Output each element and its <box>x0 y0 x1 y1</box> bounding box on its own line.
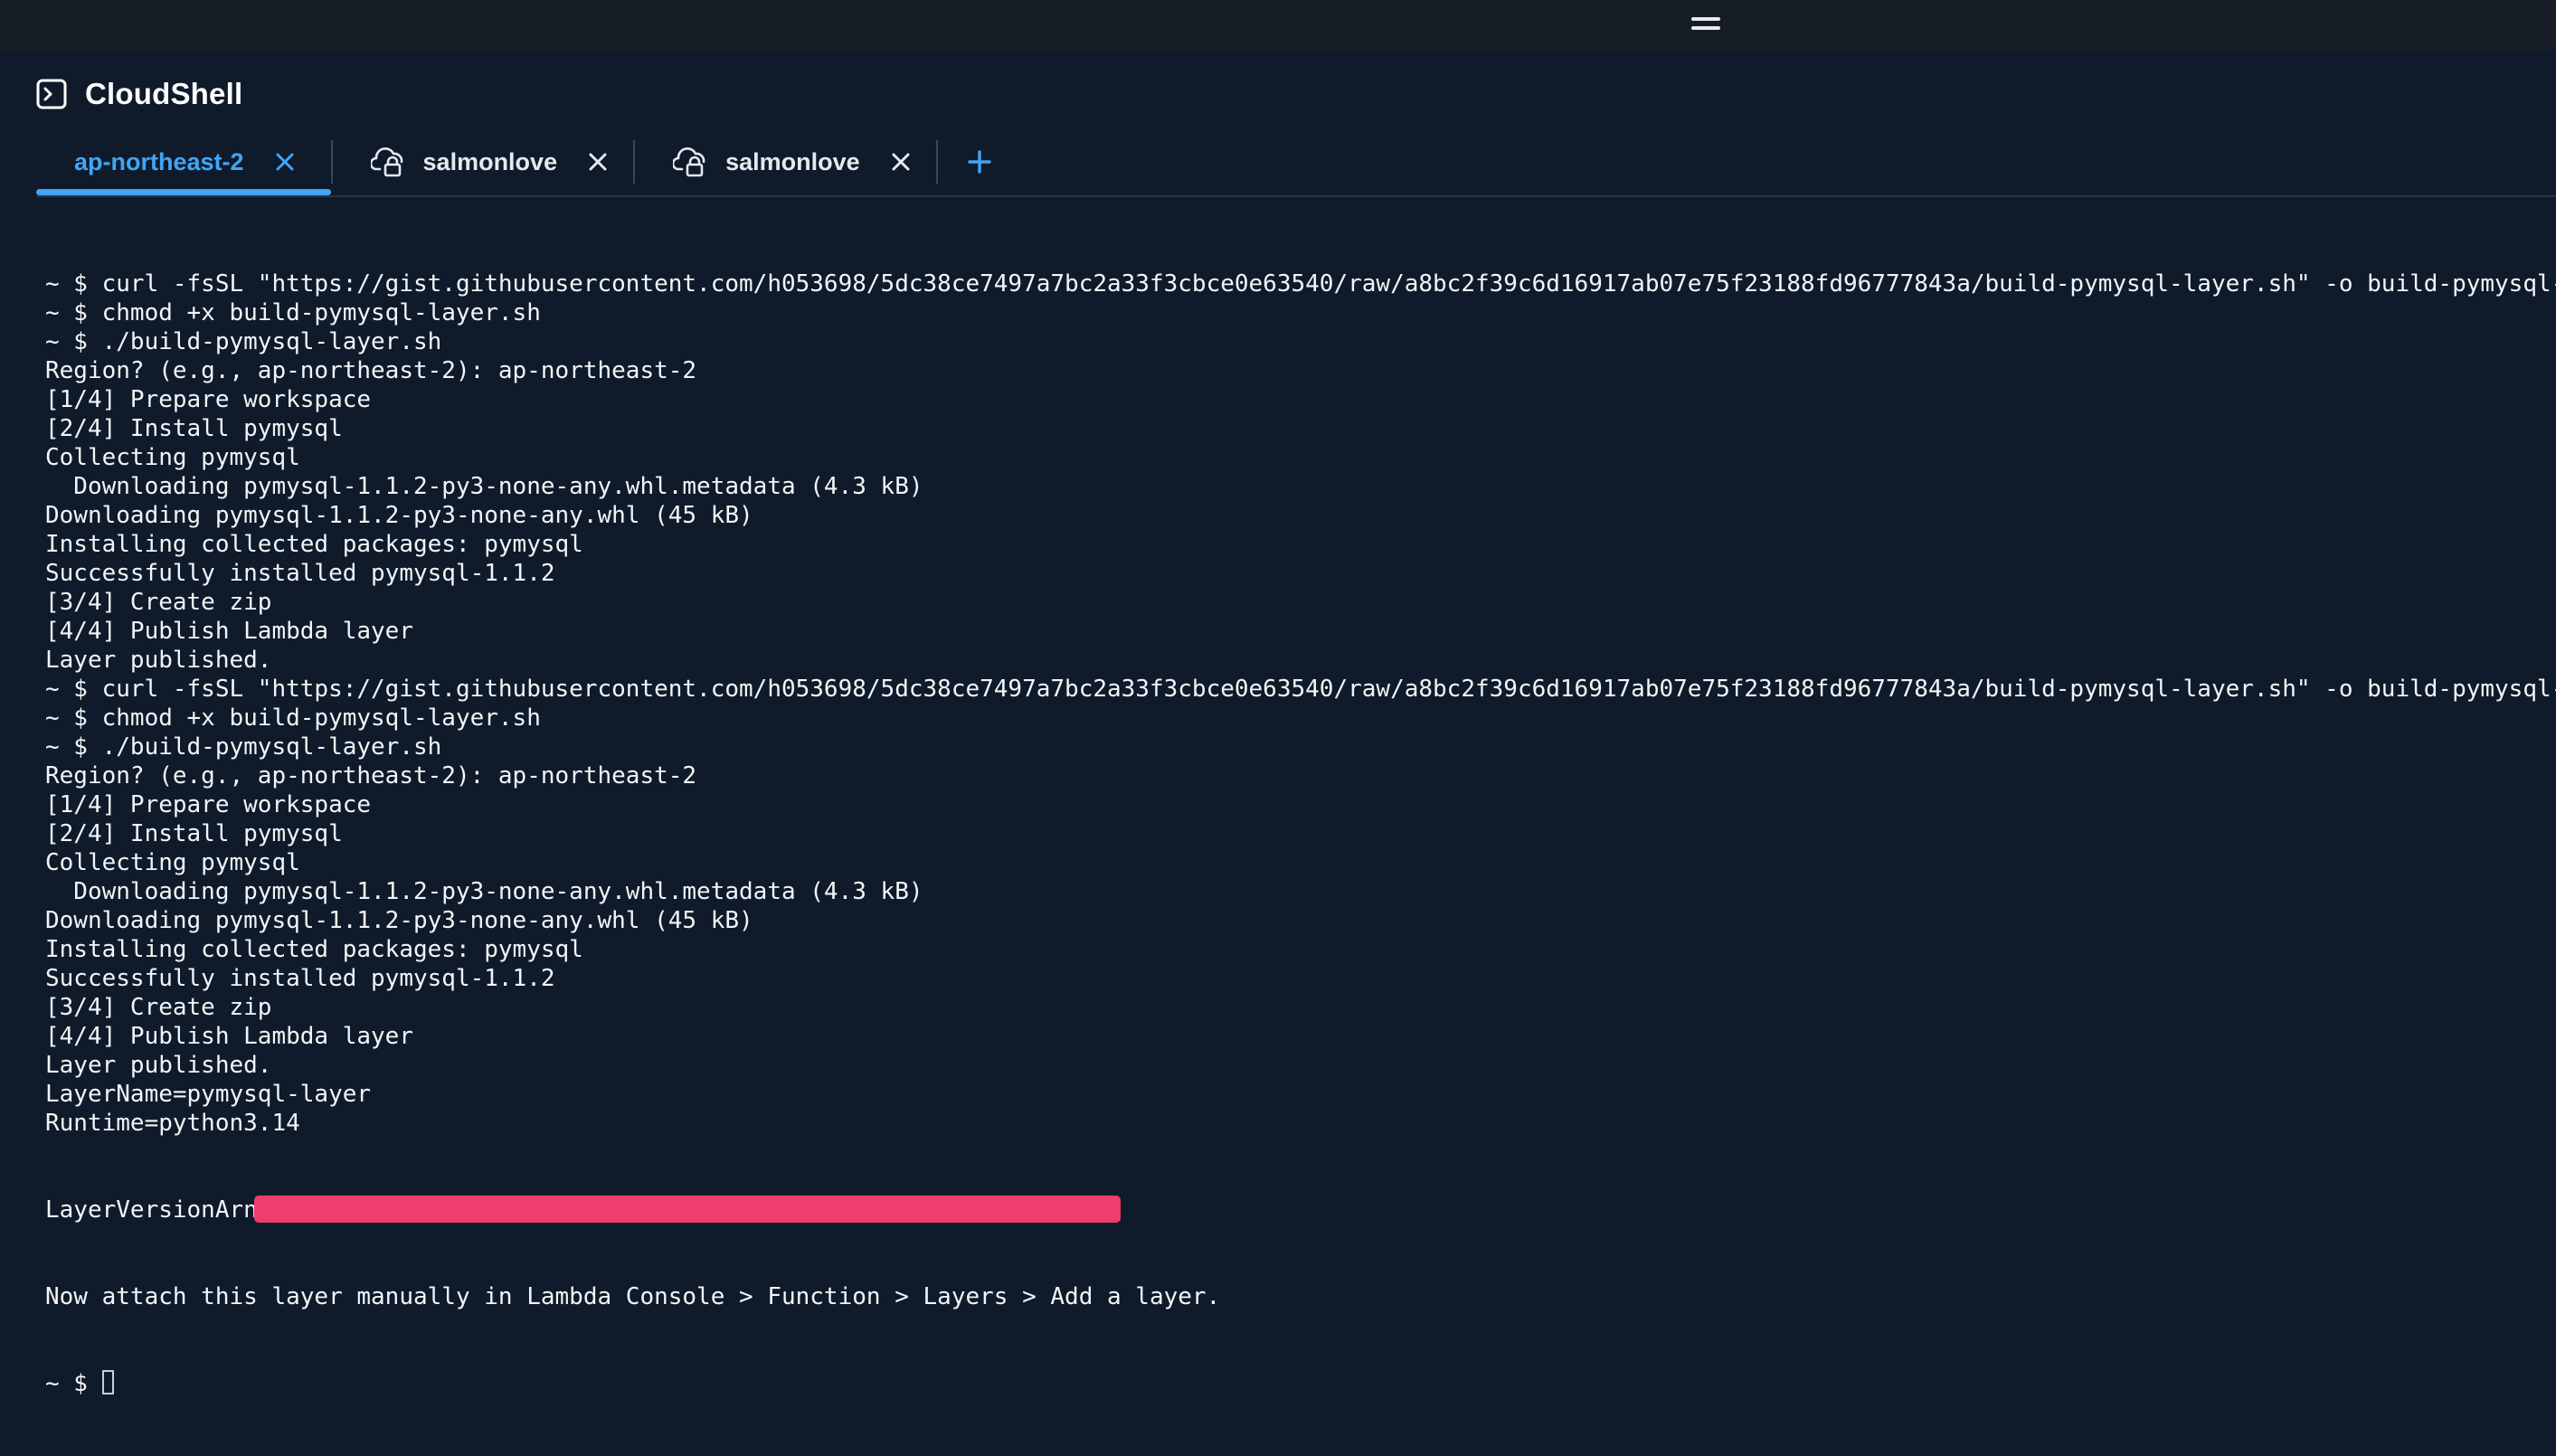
terminal-line: [3/4] Create zip <box>45 589 272 616</box>
close-icon[interactable] <box>275 152 295 172</box>
cloudshell-panel: CloudShell ap-northeast-2 salmonlove sal… <box>0 52 2556 1397</box>
tab-ap-northeast-2[interactable]: ap-northeast-2 <box>36 130 331 195</box>
terminal-cursor <box>101 1370 114 1395</box>
resize-handle-icon[interactable] <box>1691 17 1720 32</box>
terminal-line: ~ $ chmod +x build-pymysql-layer.sh <box>45 299 541 326</box>
terminal-line: [4/4] Publish Lambda layer <box>45 618 413 645</box>
terminal-line: Region? (e.g., ap-northeast-2): ap-north… <box>45 357 697 384</box>
terminal-line-arn: LayerVersionArn <box>45 1195 2542 1224</box>
arn-label: LayerVersionArn <box>45 1196 258 1224</box>
terminal-line: [4/4] Publish Lambda layer <box>45 1023 413 1050</box>
terminal-line: Downloading pymysql-1.1.2-py3-none-any.w… <box>45 878 923 905</box>
terminal-prompt: ~ $ <box>45 1370 102 1397</box>
cloud-lock-icon <box>673 147 705 177</box>
terminal-line: Collecting pymysql <box>45 444 300 471</box>
terminal-line: Layer published. <box>45 647 272 674</box>
tab-salmonlove-1[interactable]: salmonlove <box>333 130 634 194</box>
terminal-line: Region? (e.g., ap-northeast-2): ap-north… <box>45 762 697 789</box>
tab-label: salmonlove <box>422 147 558 175</box>
terminal-line: Collecting pymysql <box>45 849 300 876</box>
cloudshell-header: CloudShell <box>36 67 242 121</box>
terminal-line: [2/4] Install pymysql <box>45 415 343 442</box>
terminal-line: ~ $ curl -fsSL "https://gist.githubuserc… <box>45 676 2556 703</box>
terminal-line: Now attach this layer manually in Lambda… <box>45 1283 1221 1310</box>
terminal-line: Installing collected packages: pymysql <box>45 936 583 963</box>
terminal-output[interactable]: ~ $ curl -fsSL "https://gist.githubuserc… <box>45 212 2556 1397</box>
terminal-line: [1/4] Prepare workspace <box>45 791 372 818</box>
terminal-line: Downloading pymysql-1.1.2-py3-none-any.w… <box>45 907 753 934</box>
tab-label: salmonlove <box>725 147 860 175</box>
app-title: CloudShell <box>85 77 243 110</box>
terminal-icon <box>36 79 67 109</box>
cloud-lock-icon <box>370 147 402 177</box>
terminal-line: [2/4] Install pymysql <box>45 820 343 847</box>
terminal-line: ~ $ ./build-pymysql-layer.sh <box>45 328 442 355</box>
top-bar <box>0 0 2556 52</box>
terminal-line: ~ $ chmod +x build-pymysql-layer.sh <box>45 704 541 732</box>
terminal-line: LayerName=pymysql-layer <box>45 1081 372 1108</box>
terminal-line: ~ $ curl -fsSL "https://gist.githubuserc… <box>45 270 2556 298</box>
terminal-line: Successfully installed pymysql-1.1.2 <box>45 965 555 992</box>
tab-salmonlove-2[interactable]: salmonlove <box>635 130 936 194</box>
terminal-line: Downloading pymysql-1.1.2-py3-none-any.w… <box>45 473 923 500</box>
terminal-line: Downloading pymysql-1.1.2-py3-none-any.w… <box>45 502 753 529</box>
terminal-line: Layer published. <box>45 1052 272 1079</box>
terminal-line: [1/4] Prepare workspace <box>45 386 372 413</box>
terminal-line: Runtime=python3.14 <box>45 1110 300 1137</box>
close-icon[interactable] <box>891 152 911 172</box>
terminal-line: Successfully installed pymysql-1.1.2 <box>45 560 555 587</box>
terminal-line: Installing collected packages: pymysql <box>45 531 583 558</box>
terminal-line: [3/4] Create zip <box>45 994 272 1021</box>
terminal-line: ~ $ ./build-pymysql-layer.sh <box>45 733 442 761</box>
tab-label: ap-northeast-2 <box>74 147 244 175</box>
tab-bar: ap-northeast-2 salmonlove salmonlove <box>36 130 992 195</box>
tab-bar-divider <box>36 195 2556 197</box>
terminal-prompt-line[interactable]: ~ $ <box>45 1369 2542 1398</box>
add-tab-plus-icon[interactable] <box>967 149 992 175</box>
tab-separator <box>935 140 938 184</box>
close-icon[interactable] <box>588 152 608 172</box>
redacted-arn-value <box>253 1195 1121 1223</box>
